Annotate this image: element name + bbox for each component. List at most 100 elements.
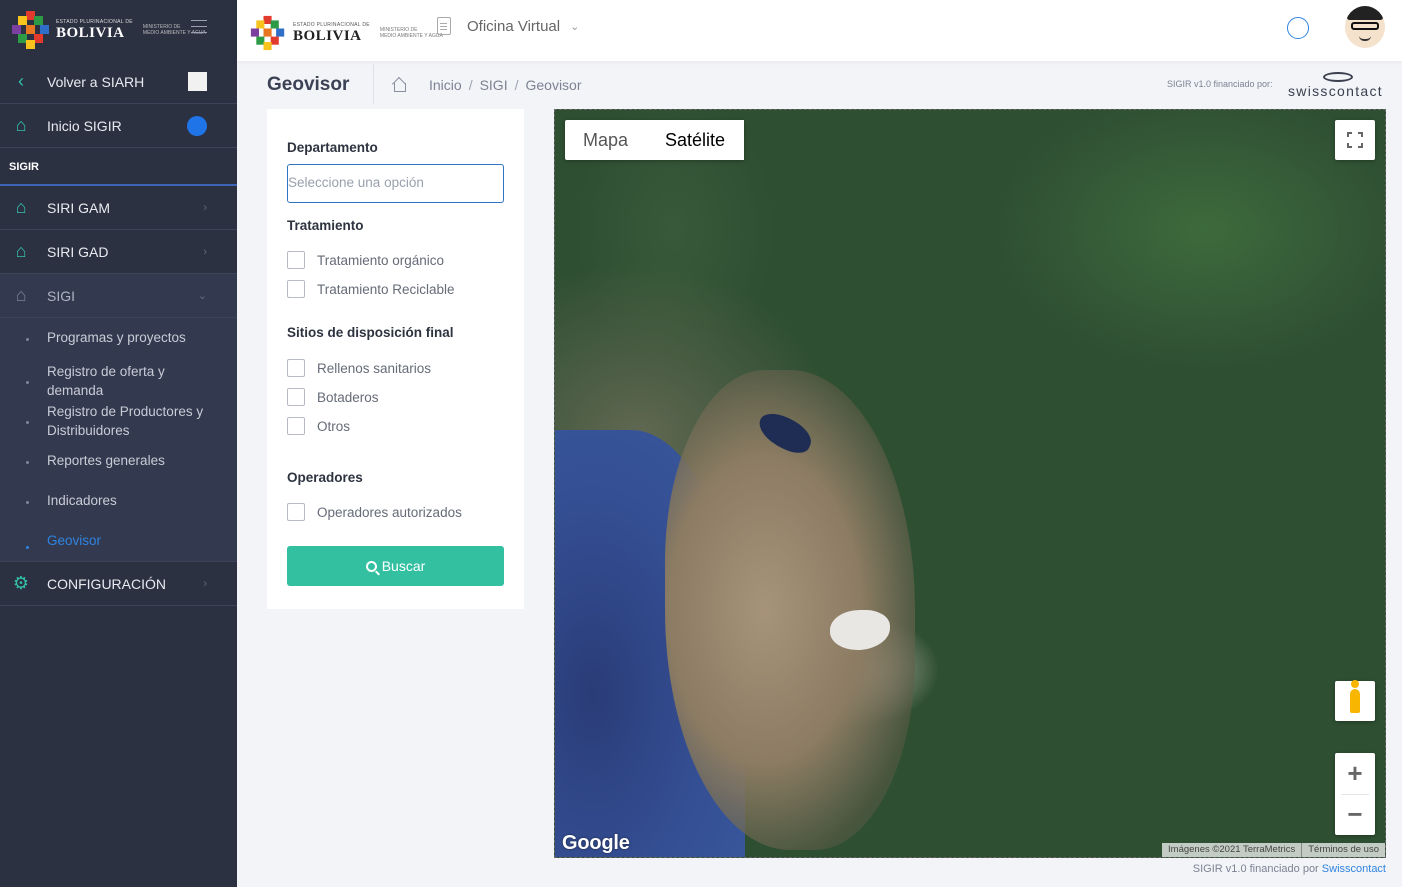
checkbox-box[interactable] <box>287 359 305 377</box>
submenu-item-indicadores[interactable]: Indicadores <box>0 491 237 511</box>
bolivia-logo-icon <box>250 15 285 51</box>
sidebar-logo[interactable]: ESTADO PLURINACIONAL DE BOLIVIA MINISTER… <box>0 0 237 60</box>
page-title: Geovisor <box>267 74 350 95</box>
checkbox-box[interactable] <box>287 417 305 435</box>
departamento-select[interactable]: Seleccione una opción <box>287 164 504 203</box>
google-logo: Google <box>562 832 630 854</box>
network-icon[interactable] <box>1287 17 1309 39</box>
filter-panel: Departamento Seleccione una opción Trata… <box>267 109 524 609</box>
sidebar-item-siri-gad[interactable]: ⌂ SIRI GAD › <box>0 230 237 274</box>
departamento-label: Departamento <box>287 140 378 155</box>
swisscontact-logo[interactable]: swisscontact <box>1288 72 1388 99</box>
checkbox-box[interactable] <box>287 251 305 269</box>
terms-link[interactable]: Términos de uso <box>1301 843 1385 857</box>
sidebar-item-configuracion[interactable]: ⚙ CONFIGURACIÓN › <box>0 562 237 606</box>
pegman-icon <box>1350 680 1360 713</box>
zoom-out-button[interactable]: − <box>1335 794 1375 835</box>
user-avatar-icon[interactable] <box>1345 6 1385 48</box>
home-icon: ⌂ <box>15 115 27 135</box>
chevron-right-icon: › <box>203 245 207 258</box>
sidebar-item-back[interactable]: ‹ Volver a SIARH <box>0 60 237 104</box>
sidebar-item-label: SIRI GAD <box>47 243 109 260</box>
home-outline-icon: ⌂ <box>15 241 27 261</box>
sidebar-item-label: SIRI GAM <box>47 199 111 216</box>
home-icon[interactable] <box>392 78 406 92</box>
map-attribution: Imágenes ©2021 TerraMetrics Términos de … <box>1162 843 1385 857</box>
submenu-item-programas[interactable]: Programas y proyectos <box>0 324 237 352</box>
home-indicator-dot <box>187 115 207 136</box>
search-button[interactable]: Buscar <box>287 546 504 586</box>
financed-label: SIGIR v1.0 financiado por: <box>1167 79 1273 89</box>
gear-icon: ⚙ <box>12 573 30 593</box>
title-divider <box>373 64 374 104</box>
checkbox-tratamiento-reciclable[interactable]: Tratamiento Reciclable <box>287 280 455 298</box>
logo-text: ESTADO PLURINACIONAL DE BOLIVIA <box>56 19 133 42</box>
checkbox-box[interactable] <box>287 388 305 406</box>
sidebar-item-label: Inicio SIGIR <box>47 117 122 134</box>
sigi-submenu: Programas y proyectos Registro de oferta… <box>0 318 237 562</box>
fullscreen-icon <box>1347 132 1363 148</box>
chevron-down-icon: ⌄ <box>570 20 580 33</box>
sitios-label: Sitios de disposición final <box>287 325 454 340</box>
chevron-down-icon: ⌄ <box>197 290 207 302</box>
imagery-credit: Imágenes ©2021 TerraMetrics <box>1168 844 1296 855</box>
map-type-satellite-button[interactable]: Satélite <box>647 120 745 160</box>
footer-link[interactable]: Swisscontact <box>1322 863 1386 875</box>
bolivia-logo-icon <box>12 11 50 49</box>
checkbox-label: Operadores autorizados <box>317 504 462 520</box>
checkbox-label: Otros <box>317 418 351 434</box>
sidebar-item-label: SIGI <box>47 287 76 304</box>
logo-country: BOLIVIA <box>56 24 125 41</box>
document-icon <box>437 17 451 35</box>
oficina-virtual-dropdown[interactable]: Oficina Virtual ⌄ <box>437 17 579 35</box>
swisscontact-swirl-icon <box>1323 72 1353 82</box>
checkbox-botaderos[interactable]: Botaderos <box>287 388 379 406</box>
breadcrumb-inicio[interactable]: Inicio <box>429 77 462 93</box>
checkbox-label: Rellenos sanitarios <box>317 360 432 376</box>
checkbox-rellenos[interactable]: Rellenos sanitarios <box>287 359 431 377</box>
map-type-map-button[interactable]: Mapa <box>565 120 647 160</box>
checkbox-box[interactable] <box>287 503 305 521</box>
top-header: ESTADO PLURINACIONAL DE BOLIVIA MINISTER… <box>237 0 1402 61</box>
checkbox-otros[interactable]: Otros <box>287 417 350 435</box>
chevron-right-icon: › <box>203 201 207 214</box>
checkbox-label: Tratamiento orgánico <box>317 252 445 268</box>
submenu-item-geovisor[interactable]: Geovisor <box>0 531 237 561</box>
search-icon <box>365 560 377 572</box>
satellite-map[interactable]: Mapa Satélite + − Google Imágenes ©2021 … <box>554 109 1386 858</box>
sidebar-item-label: Volver a SIARH <box>47 73 145 90</box>
submenu-item-reportes[interactable]: Reportes generales <box>0 451 237 471</box>
breadcrumb-geovisor: Geovisor <box>525 77 582 93</box>
sidebar-item-sigi[interactable]: ⌂ SIGI ⌄ <box>0 274 237 318</box>
operadores-label: Operadores <box>287 470 363 485</box>
sidebar-section-title: SIGIR <box>0 148 237 186</box>
sidebar-item-siri-gam[interactable]: ⌂ SIRI GAM › <box>0 186 237 230</box>
checkbox-label: Botaderos <box>317 389 379 405</box>
sidebar-item-label: CONFIGURACIÓN <box>47 575 166 592</box>
checkbox-label: Tratamiento Reciclable <box>317 281 455 297</box>
zoom-control: + − <box>1335 753 1375 835</box>
footer-text: SIGIR v1.0 financiado por <box>1192 863 1319 875</box>
breadcrumb-sigi[interactable]: SIGI <box>480 77 508 93</box>
checkbox-box[interactable] <box>287 280 305 298</box>
header-logo[interactable]: ESTADO PLURINACIONAL DE BOLIVIA MINISTER… <box>249 14 450 52</box>
home-outline-icon: ⌂ <box>15 285 27 305</box>
back-indicator <box>188 72 207 91</box>
zoom-in-button[interactable]: + <box>1335 753 1375 794</box>
submenu-item-registro-oferta[interactable]: Registro de oferta y demanda <box>0 362 185 400</box>
breadcrumb: Inicio / SIGI / Geovisor <box>392 77 582 93</box>
search-button-label: Buscar <box>381 558 426 574</box>
checkbox-tratamiento-organico[interactable]: Tratamiento orgánico <box>287 251 444 269</box>
submenu-item-registro-productores[interactable]: Registro de Productores y Distribuidores <box>0 402 210 440</box>
chevron-left-icon: ‹ <box>18 71 24 91</box>
logo-text: ESTADO PLURINACIONAL DE BOLIVIA <box>293 22 370 45</box>
street-view-pegman[interactable] <box>1335 680 1375 721</box>
tratamiento-label: Tratamiento <box>287 218 364 233</box>
home-outline-icon: ⌂ <box>15 197 27 217</box>
swisscontact-wordmark: swisscontact <box>1288 83 1383 99</box>
menu-toggle-icon[interactable] <box>191 20 207 38</box>
oficina-virtual-label: Oficina Virtual <box>467 17 561 35</box>
checkbox-operadores-autorizados[interactable]: Operadores autorizados <box>287 503 462 521</box>
sidebar-item-home[interactable]: ⌂ Inicio SIGIR <box>0 104 237 148</box>
fullscreen-button[interactable] <box>1335 120 1375 160</box>
